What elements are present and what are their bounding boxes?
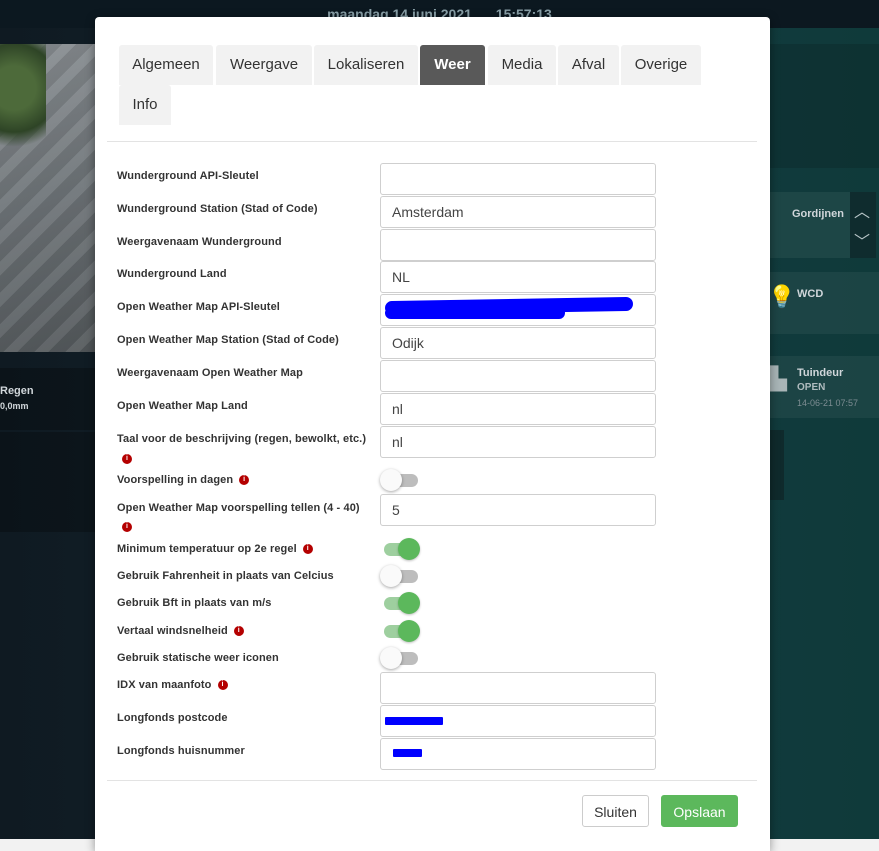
owm-station-label: Open Weather Map Station (Stad of Code) <box>117 334 339 346</box>
chevron-down-icon[interactable]: ﹀ <box>854 228 870 252</box>
owm-country-input[interactable] <box>380 393 656 425</box>
chevron-up-icon[interactable]: ︿ <box>854 198 870 222</box>
close-button[interactable]: Sluiten <box>582 795 649 827</box>
redaction-mark <box>393 749 422 757</box>
tab-algemeen[interactable]: Algemeen <box>119 45 213 85</box>
wu-api-key-label: Wunderground API-Sleutel <box>117 170 259 182</box>
toggle-knob <box>398 592 420 614</box>
dashboard-tile <box>770 430 784 500</box>
moon-photo-idx-input[interactable] <box>380 672 656 704</box>
fahrenheit-label: Gebruik Fahrenheit in plaats van Celcius <box>117 570 334 582</box>
forecast-days-toggle[interactable] <box>380 469 418 491</box>
rain-tile[interactable] <box>0 368 96 430</box>
rain-value: 0,0mm <box>0 401 29 411</box>
wu-country-label: Wunderground Land <box>117 268 227 280</box>
description-language-input[interactable] <box>380 426 656 458</box>
min-temp-text: Minimum temperatuur op 2e regel <box>117 543 297 555</box>
tab-weergave[interactable]: Weergave <box>216 45 312 85</box>
owm-display-name-input[interactable] <box>380 360 656 392</box>
toggle-knob <box>398 538 420 560</box>
min-temp-label: Minimum temperatuur op 2e regel i <box>117 543 313 555</box>
min-temp-toggle[interactable] <box>380 538 420 560</box>
wu-country-input[interactable] <box>380 261 656 293</box>
wu-display-name-input[interactable] <box>380 229 656 261</box>
translate-windspeed-label: Vertaal windsnelheid i <box>117 625 244 637</box>
tab-weer[interactable]: Weer <box>420 45 485 85</box>
owm-forecast-count-input[interactable] <box>380 494 656 526</box>
translate-windspeed-toggle[interactable] <box>380 620 420 642</box>
owm-station-input[interactable] <box>380 327 656 359</box>
dashboard-tile <box>0 432 96 532</box>
settings-tabs: Algemeen Weergave Lokaliseren Weer Media… <box>107 44 757 142</box>
longfonds-house-number-label: Longfonds huisnummer <box>117 745 245 757</box>
footer-divider <box>107 780 757 781</box>
forecast-days-text: Voorspelling in dagen <box>117 474 234 486</box>
info-icon[interactable]: i <box>122 522 132 532</box>
info-icon[interactable]: i <box>233 626 244 637</box>
toggle-knob <box>380 469 402 491</box>
bft-label: Gebruik Bft in plaats van m/s <box>117 597 272 609</box>
owm-country-label: Open Weather Map Land <box>117 400 248 412</box>
owm-forecast-count-label: Open Weather Map voorspelling tellen (4 … <box>117 502 360 514</box>
forecast-days-label: Voorspelling in dagen i <box>117 474 250 486</box>
wcd-label: WCD <box>797 288 824 300</box>
save-button[interactable]: Opslaan <box>661 795 738 827</box>
static-icons-toggle[interactable] <box>380 647 418 669</box>
tab-info[interactable]: Info <box>119 85 171 125</box>
dashboard-tile <box>770 44 879 168</box>
moon-photo-idx-text: IDX van maanfoto <box>117 679 212 691</box>
tab-overige[interactable]: Overige <box>621 45 701 85</box>
tab-lokaliseren[interactable]: Lokaliseren <box>314 45 418 85</box>
lightbulb-icon: 💡 <box>768 284 796 309</box>
description-language-label: Taal voor de beschrijving (regen, bewolk… <box>117 433 367 445</box>
longfonds-postcode-label: Longfonds postcode <box>117 712 228 724</box>
wu-station-label: Wunderground Station (Stad of Code) <box>117 203 318 215</box>
garden-door-time: 14-06-21 07:57 <box>797 398 859 408</box>
redaction-mark <box>385 717 443 725</box>
owm-display-name-label: Weergavenaam Open Weather Map <box>117 367 303 379</box>
wu-display-name-label: Weergavenaam Wunderground <box>117 236 282 248</box>
curtains-arrows[interactable]: ︿ ﹀ <box>850 192 876 258</box>
info-icon[interactable]: i <box>239 475 250 486</box>
tab-afval[interactable]: Afval <box>558 45 619 85</box>
translate-windspeed-text: Vertaal windsnelheid <box>117 625 228 637</box>
fahrenheit-toggle[interactable] <box>380 565 418 587</box>
owm-api-key-label: Open Weather Map API-Sleutel <box>117 301 280 313</box>
tab-media[interactable]: Media <box>488 45 556 85</box>
curtains-label: Gordijnen <box>792 208 844 220</box>
info-icon[interactable]: i <box>217 680 228 691</box>
info-icon[interactable]: i <box>122 454 132 464</box>
garden-door-label: Tuindeur <box>797 367 844 379</box>
toggle-knob <box>380 565 402 587</box>
bft-toggle[interactable] <box>380 592 420 614</box>
wu-api-key-input[interactable] <box>380 163 656 195</box>
moon-photo-idx-label: IDX van maanfoto i <box>117 679 228 691</box>
door-icon: ▙ <box>770 366 787 391</box>
rain-label: Regen <box>0 385 34 397</box>
toggle-knob <box>380 647 402 669</box>
info-icon[interactable]: i <box>302 544 313 555</box>
static-icons-label: Gebruik statische weer iconen <box>117 652 279 664</box>
wu-station-input[interactable] <box>380 196 656 228</box>
camera-image-foliage <box>0 44 46 154</box>
settings-modal: Algemeen Weergave Lokaliseren Weer Media… <box>95 17 770 851</box>
toggle-knob <box>398 620 420 642</box>
redaction-mark <box>385 307 565 319</box>
garden-door-status: OPEN <box>797 382 826 393</box>
